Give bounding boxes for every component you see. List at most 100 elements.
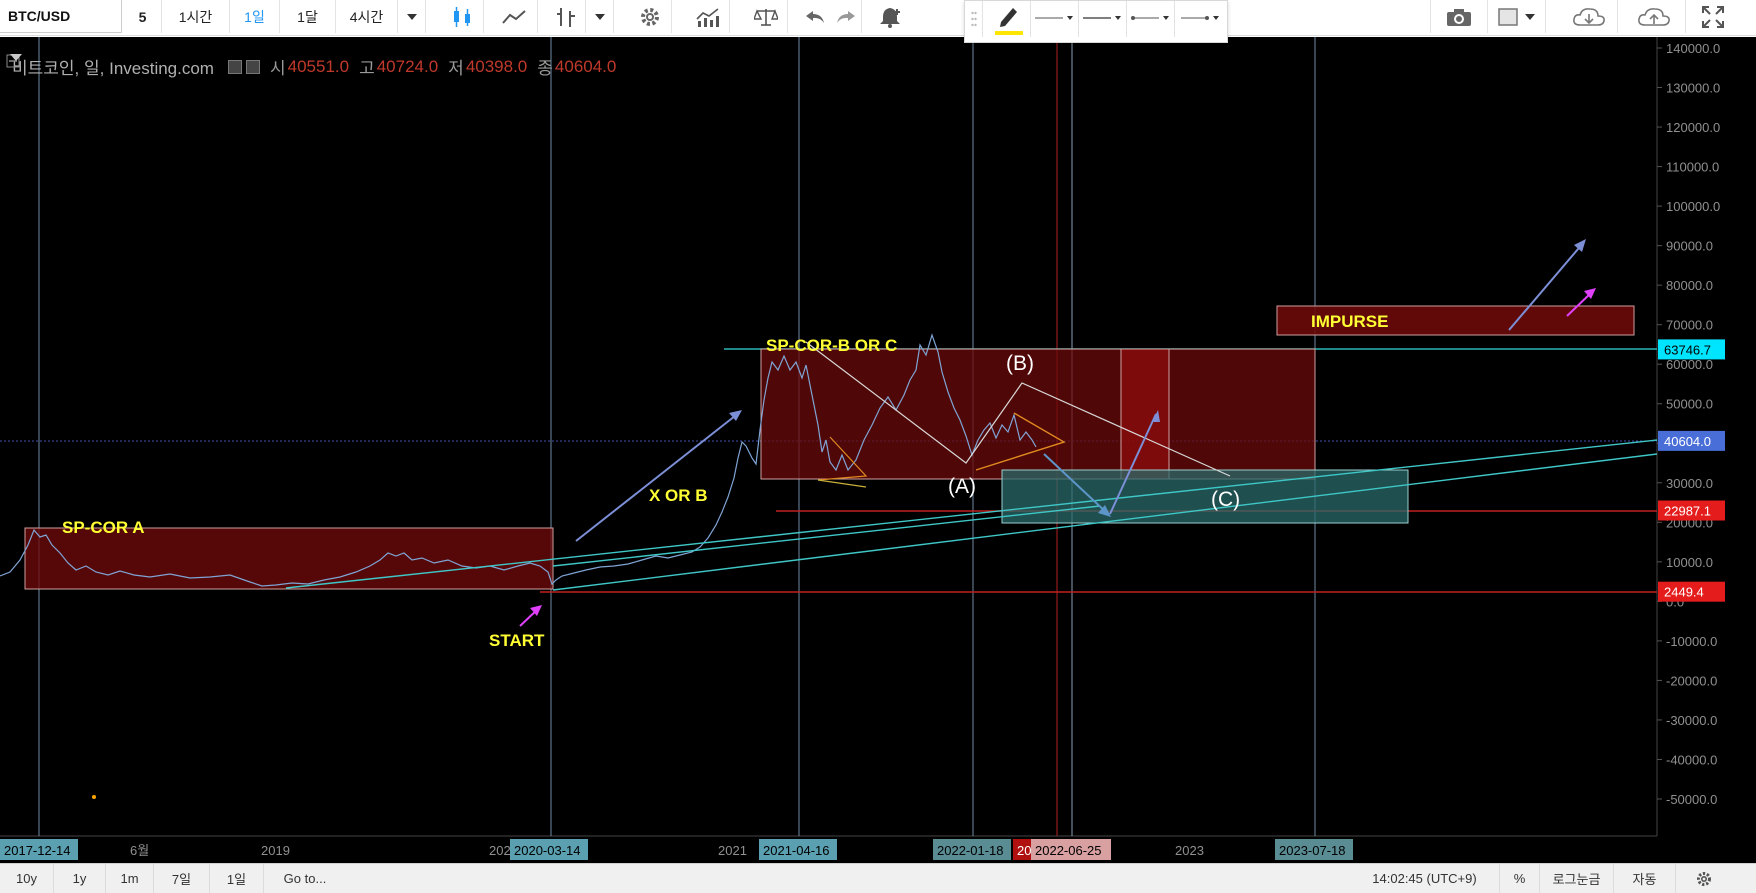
- price-badge-label: 22987.1: [1664, 504, 1711, 519]
- interval-5-button[interactable]: 5: [124, 0, 162, 33]
- legend-title[interactable]: 비트코인, 일, Investing.com: [12, 54, 214, 79]
- bar-chart-button[interactable]: [546, 0, 586, 33]
- layout-button[interactable]: [1488, 0, 1546, 33]
- compare-button[interactable]: [744, 0, 788, 33]
- price-tick-label: 80000.0: [1666, 278, 1713, 293]
- time-badge-2020-03-14: 2020-03-14: [510, 839, 588, 860]
- interval-4h-button[interactable]: 4시간: [336, 0, 398, 33]
- zone-red-highlight[interactable]: [1120, 348, 1170, 480]
- symbol-input[interactable]: BTC/USD: [0, 0, 122, 33]
- label-sp-cor-a[interactable]: SP-COR A: [62, 518, 145, 537]
- range-1d-button[interactable]: 1일: [210, 864, 264, 893]
- price-tick-label: 30000.0: [1666, 476, 1713, 491]
- fullscreen-button[interactable]: [1690, 0, 1736, 33]
- low-value: 40398.0: [465, 56, 528, 76]
- alert-button[interactable]: [870, 0, 912, 33]
- load-cloud-button[interactable]: [1560, 0, 1618, 33]
- redo-button[interactable]: [830, 0, 862, 33]
- interval-1h-button[interactable]: 1시간: [162, 0, 230, 33]
- line-width-icon: [1082, 16, 1121, 20]
- indicators-button[interactable]: [686, 0, 730, 33]
- range-7d-button[interactable]: 7일: [154, 864, 210, 893]
- price-tick-label: -40000.0: [1666, 752, 1717, 767]
- candlestick-icon: [453, 6, 470, 27]
- price-tick-label: 130000.0: [1666, 81, 1720, 96]
- goto-button[interactable]: Go to...: [264, 864, 346, 893]
- label-wave-a[interactable]: (A): [948, 475, 976, 498]
- time-badge-2022-06-25: 2022-06-25: [1031, 839, 1111, 860]
- label-impurse[interactable]: IMPURSE: [1311, 312, 1388, 331]
- time-badge-2021-04-16: 2021-04-16: [759, 839, 837, 860]
- gear-icon[interactable]: [245, 59, 260, 74]
- percent-scale-button[interactable]: %: [1500, 864, 1540, 893]
- undo-button[interactable]: [800, 0, 830, 33]
- price-tick-label: 60000.0: [1666, 357, 1713, 372]
- label-start[interactable]: START: [489, 631, 545, 650]
- log-scale-button[interactable]: 로그눈금: [1540, 864, 1614, 893]
- eye-icon[interactable]: [227, 59, 242, 74]
- line-start-button[interactable]: [1127, 1, 1175, 37]
- range-1m-button[interactable]: 1m: [106, 864, 154, 893]
- label-x-or-b[interactable]: X OR B: [649, 486, 708, 505]
- label-wave-c[interactable]: (C): [1211, 488, 1240, 511]
- settings-button[interactable]: [1676, 864, 1732, 893]
- chevron-down-icon[interactable]: [10, 54, 22, 62]
- chart-type-dropdown-button[interactable]: [586, 0, 614, 33]
- indicators-icon: [695, 7, 719, 27]
- price-tick-label: 110000.0: [1666, 160, 1719, 175]
- line-chart-button[interactable]: [490, 0, 538, 33]
- redo-icon: [836, 10, 855, 23]
- label-sp-cor-b-or-c[interactable]: SP-COR-B OR C: [766, 336, 897, 355]
- save-cloud-button[interactable]: [1622, 0, 1686, 33]
- chevron-down-icon: [406, 13, 417, 20]
- time-badge-2017-12-14: 2017-12-14: [0, 839, 78, 860]
- svg-text:2022-01-18: 2022-01-18: [937, 843, 1004, 858]
- zone-teal-target[interactable]: [1001, 469, 1409, 524]
- layout-square-icon: [1497, 7, 1535, 26]
- price-tick-label: 10000.0: [1666, 555, 1713, 570]
- price-tick-label: 70000.0: [1666, 318, 1713, 333]
- drag-dots-icon: [970, 11, 977, 27]
- time-label-jun: 6월: [130, 843, 149, 858]
- fullscreen-icon: [1702, 5, 1724, 28]
- line-width-button[interactable]: [1079, 1, 1127, 37]
- candles-button[interactable]: [440, 0, 484, 33]
- chart-canvas[interactable]: SP-COR A START X OR B SP-COR-B OR C (A) …: [0, 37, 1756, 863]
- label-wave-b[interactable]: (B): [1006, 352, 1034, 375]
- pencil-icon: [994, 8, 1023, 35]
- line-solid-icon: [1034, 16, 1073, 20]
- chart-pane[interactable]: SP-COR A START X OR B SP-COR-B OR C (A) …: [0, 37, 1756, 863]
- settings-button[interactable]: [628, 0, 672, 33]
- line-chart-icon: [501, 9, 526, 24]
- top-toolbar: BTC/USD 5 1시간 1일 1달 4시간: [0, 0, 1756, 36]
- price-tick-label: 100000.0: [1666, 199, 1720, 214]
- auto-scale-button[interactable]: 자동: [1614, 864, 1676, 893]
- price-tick-label: 140000.0: [1666, 41, 1720, 56]
- price-tick-label: -50000.0: [1666, 792, 1717, 807]
- price-tick-label: -20000.0: [1666, 673, 1717, 688]
- snapshot-button[interactable]: [1430, 0, 1488, 33]
- svg-text:2021-04-16: 2021-04-16: [763, 843, 830, 858]
- range-1y-button[interactable]: 1y: [54, 864, 106, 893]
- pencil-tool-button[interactable]: [985, 1, 1031, 37]
- range-10y-button[interactable]: 10y: [0, 864, 54, 893]
- time-badge-2022-01-18: 2022-01-18: [933, 839, 1011, 860]
- interval-1d-button[interactable]: 1일: [230, 0, 280, 33]
- high-label: 고: [359, 59, 375, 78]
- interval-1mo-button[interactable]: 1달: [280, 0, 336, 33]
- camera-icon: [1447, 8, 1471, 26]
- low-label: 저: [448, 59, 464, 78]
- svg-text:2023-07-18: 2023-07-18: [1279, 843, 1346, 858]
- time-label-2019: 2019: [261, 843, 290, 858]
- interval-dropdown-button[interactable]: [398, 0, 426, 33]
- yellow-line-small: [817, 479, 867, 488]
- bell-plus-icon: [880, 7, 900, 28]
- svg-text:2022-06-25: 2022-06-25: [1035, 843, 1102, 858]
- drag-handle[interactable]: [965, 1, 983, 37]
- line-style-solid-button[interactable]: [1031, 1, 1079, 37]
- zone-sp-cor-a[interactable]: [24, 527, 554, 590]
- marker-dot: [92, 795, 96, 799]
- clock-display[interactable]: 14:02:45 (UTC+9): [1350, 864, 1500, 893]
- line-end-button[interactable]: [1175, 1, 1227, 37]
- time-label-2021: 2021: [718, 843, 747, 858]
